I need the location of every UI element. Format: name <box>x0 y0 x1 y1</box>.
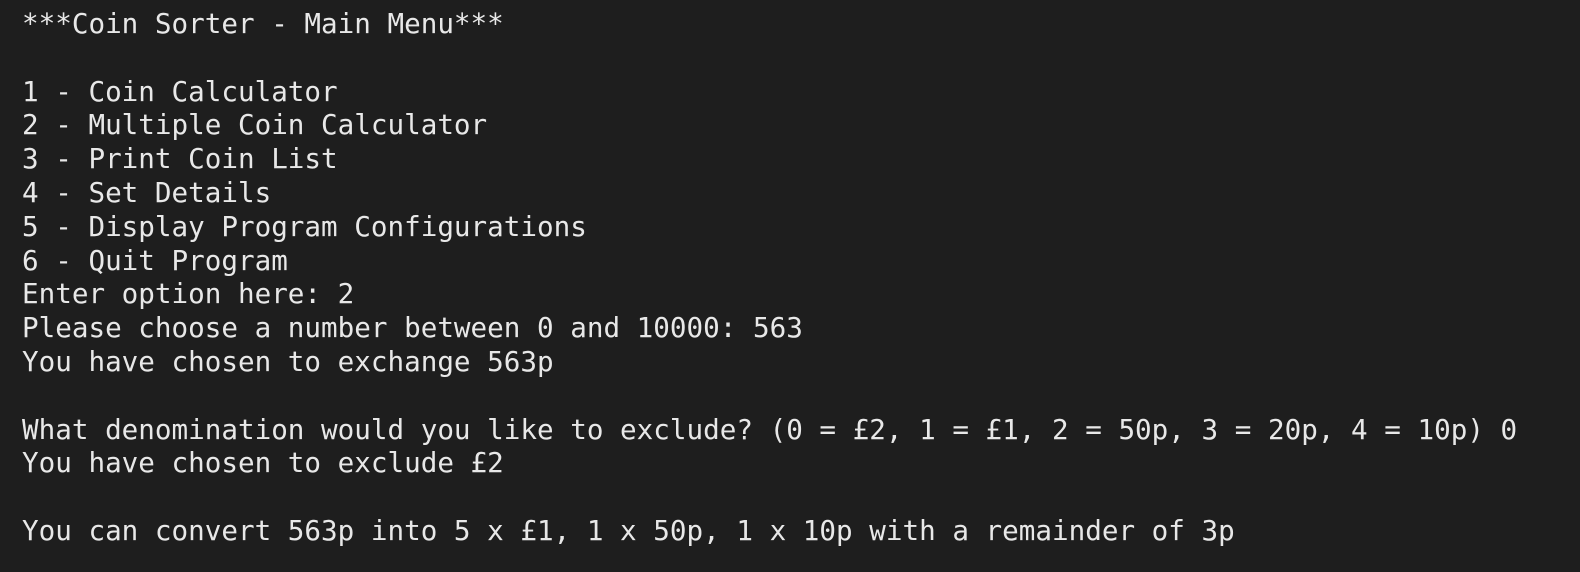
menu-option-3: 3 - Print Coin List <box>22 142 338 176</box>
terminal-window[interactable]: ***Coin Sorter - Main Menu*** 1 - Coin C… <box>0 0 1580 572</box>
menu-option-5: 5 - Display Program Configurations <box>22 209 587 243</box>
menu-option-1: 1 - Coin Calculator <box>22 74 338 108</box>
menu-option-2: 2 - Multiple Coin Calculator <box>22 108 488 142</box>
number-prompt-line: Please choose a number between 0 and 100… <box>22 311 803 345</box>
exclude-message: You have chosen to exclude £2 <box>22 446 504 480</box>
option-prompt-line: Enter option here: 2 <box>22 277 355 311</box>
menu-option-6: 6 - Quit Program <box>22 243 288 277</box>
result-message: You can convert 563p into 5 x £1, 1 x 50… <box>22 513 1235 547</box>
exclude-prompt-line: What denomination would you like to excl… <box>22 412 1518 446</box>
exchange-message: You have chosen to exchange 563p <box>22 344 554 378</box>
menu-option-4: 4 - Set Details <box>22 175 272 209</box>
menu-title: ***Coin Sorter - Main Menu*** <box>22 7 504 40</box>
